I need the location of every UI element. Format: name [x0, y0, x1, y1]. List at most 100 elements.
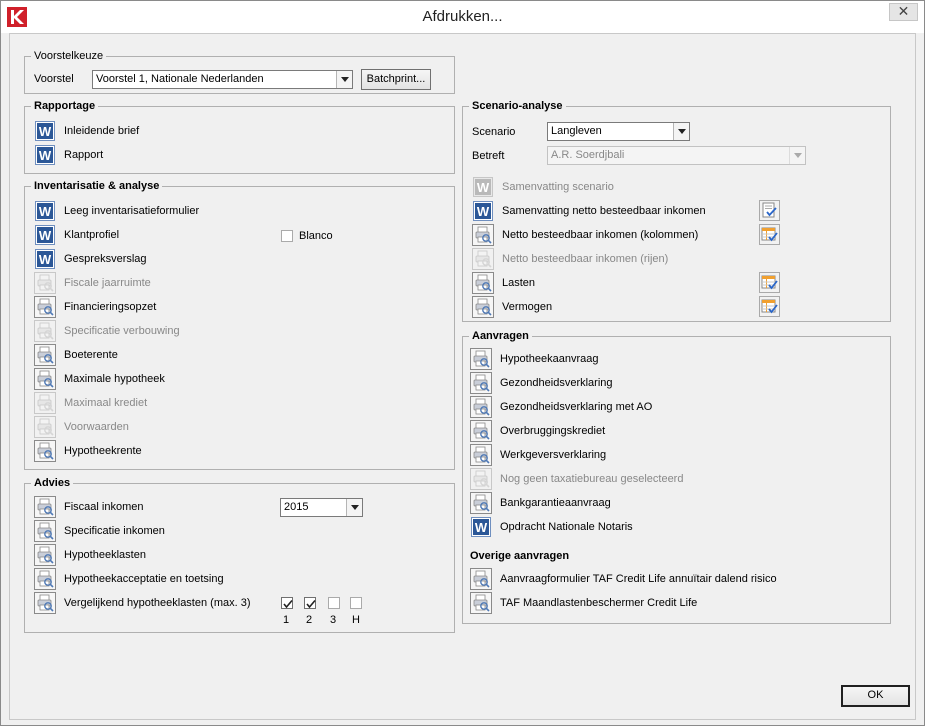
print-preview-icon[interactable]: [470, 592, 492, 614]
edit-document-icon[interactable]: [759, 200, 780, 221]
scenario-item-1[interactable]: W Samenvatting netto besteedbaar inkomen: [472, 200, 706, 222]
print-preview-icon[interactable]: [34, 496, 56, 518]
item-label: Aanvraagformulier TAF Credit Life annuït…: [500, 573, 777, 585]
word-document-icon[interactable]: W: [34, 144, 56, 166]
aanvragen-item-2[interactable]: Gezondheidsverklaring met AO: [470, 396, 652, 418]
print-preview-icon[interactable]: [34, 520, 56, 542]
print-preview-icon[interactable]: [470, 372, 492, 394]
compare-checkbox-1[interactable]: [281, 597, 293, 609]
batchprint-button[interactable]: Batchprint...: [361, 69, 431, 90]
scenario-select[interactable]: Langleven: [547, 122, 690, 141]
svg-text:W: W: [39, 124, 52, 139]
inventarisatie-item-9[interactable]: Voorwaarden: [34, 416, 129, 438]
print-preview-icon[interactable]: [470, 492, 492, 514]
scenario-item-3[interactable]: Netto besteedbaar inkomen (rijen): [472, 248, 668, 270]
print-preview-icon[interactable]: [470, 444, 492, 466]
word-document-icon[interactable]: W: [34, 120, 56, 142]
chevron-down-icon[interactable]: [673, 123, 689, 140]
print-preview-icon[interactable]: [34, 592, 56, 614]
print-preview-icon[interactable]: [34, 344, 56, 366]
chevron-down-icon: [789, 147, 805, 164]
inventarisatie-item-5[interactable]: Specificatie verbouwing: [34, 320, 180, 342]
chevron-down-icon[interactable]: [336, 71, 352, 88]
item-label: Fiscaal inkomen: [64, 501, 144, 513]
inventarisatie-item-8[interactable]: Maximaal krediet: [34, 392, 147, 414]
inventarisatie-item-0[interactable]: W Leeg inventarisatieformulier: [34, 200, 199, 222]
print-preview-icon: [34, 392, 56, 414]
scenario-item-4[interactable]: Lasten: [472, 272, 535, 294]
edit-table-icon[interactable]: [759, 224, 780, 245]
aanvragen-item-6[interactable]: Bankgarantieaanvraag: [470, 492, 611, 514]
voorstel-label: Voorstel: [34, 73, 74, 85]
aanvragen-item-3[interactable]: Overbruggingskrediet: [470, 420, 605, 442]
inventarisatie-item-2[interactable]: W Gespreksverslag: [34, 248, 147, 270]
aanvragen-item-5[interactable]: Nog geen taxatiebureau geselecteerd: [470, 468, 683, 490]
item-label: Lasten: [502, 277, 536, 289]
scenario-item-2[interactable]: Netto besteedbaar inkomen (kolommen): [472, 224, 698, 246]
print-preview-icon[interactable]: [470, 568, 492, 590]
item-label: Samenvatting netto besteedbaar inkomen: [502, 205, 706, 217]
svg-text:W: W: [475, 520, 488, 535]
rapportage-item-rapport[interactable]: W Rapport: [34, 144, 103, 166]
advies-item-2[interactable]: Hypotheeklasten: [34, 544, 146, 566]
aanvragen-item-7[interactable]: W Opdracht Nationale Notaris: [470, 516, 633, 538]
edit-table-icon[interactable]: [759, 272, 780, 293]
compare-checkbox-3[interactable]: [328, 597, 340, 609]
inventarisatie-item-3[interactable]: Fiscale jaarruimte: [34, 272, 151, 294]
overige-aanvragen-item-1[interactable]: TAF Maandlastenbeschermer Credit Life: [470, 592, 697, 614]
print-preview-icon[interactable]: [472, 224, 494, 246]
print-preview-icon[interactable]: [470, 396, 492, 418]
compare-checkbox-4[interactable]: [350, 597, 362, 609]
aanvragen-item-4[interactable]: Werkgeversverklaring: [470, 444, 606, 466]
year-select[interactable]: 2015: [280, 498, 363, 517]
group-title: Advies: [31, 476, 74, 490]
close-button[interactable]: ✕: [889, 3, 918, 21]
print-preview-icon[interactable]: [34, 544, 56, 566]
item-label: Gespreksverslag: [64, 253, 147, 265]
word-document-icon[interactable]: W: [34, 248, 56, 270]
word-document-icon[interactable]: W: [34, 200, 56, 222]
overige-aanvragen-item-0[interactable]: Aanvraagformulier TAF Credit Life annuït…: [470, 568, 777, 590]
title-bar: Afdrukken... ✕: [1, 1, 924, 33]
item-label: Maximale hypotheek: [64, 373, 165, 385]
print-preview-icon[interactable]: [470, 348, 492, 370]
item-label: Specificatie verbouwing: [64, 325, 180, 337]
scenario-item-0[interactable]: W Samenvatting scenario: [472, 176, 614, 198]
compare-checkbox-2[interactable]: [304, 597, 316, 609]
inventarisatie-item-1[interactable]: W Klantprofiel: [34, 224, 119, 246]
advies-item-0[interactable]: Fiscaal inkomen: [34, 496, 143, 518]
inventarisatie-item-10[interactable]: Hypotheekrente: [34, 440, 142, 462]
word-document-icon[interactable]: W: [472, 200, 494, 222]
scenario-item-5[interactable]: Vermogen: [472, 296, 552, 318]
rapportage-item-inleidende-brief[interactable]: W Inleidende brief: [34, 120, 139, 142]
edit-table-icon[interactable]: [759, 296, 780, 317]
inventarisatie-item-4[interactable]: Financieringsopzet: [34, 296, 156, 318]
print-preview-icon[interactable]: [34, 368, 56, 390]
blanco-checkbox[interactable]: [281, 230, 293, 242]
item-label: Hypotheekacceptatie en toetsing: [64, 573, 224, 585]
print-preview-icon: [34, 416, 56, 438]
item-label: Netto besteedbaar inkomen (rijen): [502, 253, 669, 265]
voorstel-select[interactable]: Voorstel 1, Nationale Nederlanden: [92, 70, 353, 89]
scenario-selected: Langleven: [551, 125, 602, 137]
word-document-icon[interactable]: W: [470, 516, 492, 538]
print-preview-icon[interactable]: [472, 296, 494, 318]
aanvragen-item-0[interactable]: Hypotheekaanvraag: [470, 348, 598, 370]
print-preview-icon[interactable]: [34, 440, 56, 462]
advies-item-1[interactable]: Specificatie inkomen: [34, 520, 165, 542]
svg-text:W: W: [39, 252, 52, 267]
print-preview-icon: [472, 248, 494, 270]
inventarisatie-item-6[interactable]: Boeterente: [34, 344, 118, 366]
word-document-icon[interactable]: W: [34, 224, 56, 246]
ok-button[interactable]: OK: [841, 685, 910, 707]
print-preview-icon[interactable]: [34, 296, 56, 318]
advies-item-4[interactable]: Vergelijkend hypotheeklasten (max. 3): [34, 592, 251, 614]
print-preview-icon[interactable]: [472, 272, 494, 294]
chevron-down-icon[interactable]: [346, 499, 362, 516]
inventarisatie-item-7[interactable]: Maximale hypotheek: [34, 368, 165, 390]
advies-item-3[interactable]: Hypotheekacceptatie en toetsing: [34, 568, 224, 590]
print-preview-icon[interactable]: [470, 420, 492, 442]
aanvragen-item-1[interactable]: Gezondheidsverklaring: [470, 372, 613, 394]
group-rapportage: Rapportage W Inleidende brief W Rapport: [24, 99, 455, 174]
print-preview-icon[interactable]: [34, 568, 56, 590]
